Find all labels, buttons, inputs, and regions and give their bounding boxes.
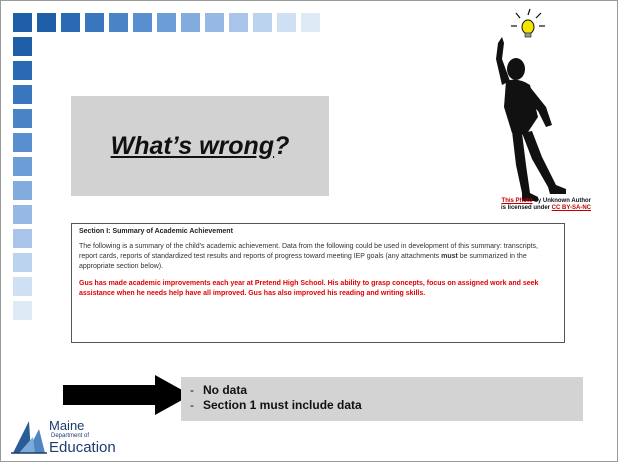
deco-square [37, 13, 56, 32]
document-excerpt: Section I: Summary of Academic Achieveme… [71, 223, 565, 343]
deco-square [13, 13, 32, 32]
deco-square [13, 181, 32, 200]
instructions-bold: must [441, 253, 458, 260]
section-instructions: The following is a summary of the child’… [79, 242, 557, 272]
maine-doe-logo-icon [11, 421, 47, 454]
deco-square [301, 13, 320, 32]
deco-square [13, 157, 32, 176]
deco-square [13, 277, 32, 296]
slide: What’s wrong? This Photo by Unknown Auth… [0, 0, 618, 462]
deco-square [13, 85, 32, 104]
deco-square [13, 301, 32, 320]
deco-square [85, 13, 104, 32]
deco-square [205, 13, 224, 32]
note-item: - Section 1 must include data [190, 398, 574, 413]
note-text: Section 1 must include data [203, 398, 362, 412]
deco-square [229, 13, 248, 32]
student-summary: Gus has made academic improvements each … [79, 280, 539, 297]
note-dash: - [190, 398, 194, 412]
deco-square [253, 13, 272, 32]
photo-credit: This Photo by Unknown Author is licensed… [471, 198, 591, 212]
note-text: No data [203, 383, 248, 397]
deco-square [109, 13, 128, 32]
credit-license-text: is licensed under [500, 205, 552, 211]
photo-link[interactable]: This Photo [502, 198, 533, 204]
title-punct: ? [274, 131, 290, 160]
deco-square [13, 229, 32, 248]
deco-square [13, 61, 32, 80]
logo-line-1: Maine [49, 418, 85, 433]
title-box: What’s wrong? [71, 96, 329, 196]
person-with-lightbulb-icon [496, 8, 566, 201]
deco-square [181, 13, 200, 32]
note-dash: - [190, 383, 194, 397]
section-heading: Section I: Summary of Academic Achieveme… [79, 228, 233, 235]
logo-line-3: Education [49, 439, 116, 456]
deco-square [277, 13, 296, 32]
deco-square [61, 13, 80, 32]
slide-title: What’s wrong? [111, 132, 290, 161]
deco-square [133, 13, 152, 32]
deco-square [157, 13, 176, 32]
right-arrow-icon [63, 375, 191, 415]
deco-square [13, 253, 32, 272]
note-item: - No data [190, 383, 574, 398]
deco-square [13, 37, 32, 56]
credit-author: by Unknown Author [532, 198, 591, 204]
license-link[interactable]: CC BY-SA-NC [552, 205, 591, 211]
deco-square [13, 133, 32, 152]
deco-square [13, 205, 32, 224]
deco-square [13, 109, 32, 128]
notes-box: - No data - Section 1 must include data [181, 377, 583, 421]
maine-doe-logo: Maine Department of Education [9, 411, 139, 459]
title-main: What’s wrong [110, 131, 275, 160]
